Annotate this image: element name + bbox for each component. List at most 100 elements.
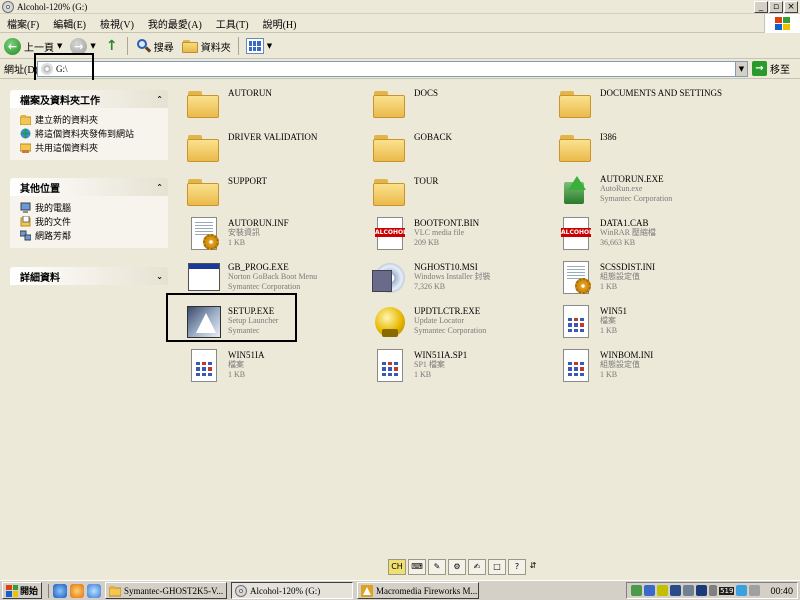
- app-tray-icon[interactable]: [644, 585, 656, 596]
- address-dropdown-icon[interactable]: ▼: [735, 61, 748, 77]
- tray-counter[interactable]: 519: [719, 586, 735, 595]
- title-bar: Alcohol-120% (G:) _ ▫ ×: [0, 0, 800, 14]
- collapse-chevron-icon[interactable]: ⌃: [156, 95, 163, 104]
- file-item[interactable]: ALCOHOL BOOTFONT.BIN VLC media file 209 …: [372, 216, 572, 260]
- task-new-folder[interactable]: 建立新的資料夾: [20, 112, 162, 126]
- menu-edit[interactable]: 編輯(E): [46, 16, 93, 31]
- antivirus-icon[interactable]: [696, 585, 708, 596]
- help-icon[interactable]: ?: [508, 559, 526, 575]
- taskbar-button-fireworks[interactable]: Macromedia Fireworks M...: [357, 582, 480, 599]
- file-meta: 36,663 KB: [600, 238, 636, 247]
- file-item[interactable]: WIN51 檔案 1 KB: [558, 304, 758, 348]
- menu-favorites[interactable]: 我的最愛(A): [141, 16, 209, 31]
- file-item[interactable]: DRIVER VALIDATION: [186, 130, 386, 174]
- internet-explorer-icon[interactable]: [53, 583, 68, 598]
- volume-icon[interactable]: [683, 585, 695, 596]
- file-type: WinRAR 壓縮檔: [600, 228, 656, 237]
- folders-button[interactable]: 資料夾: [178, 35, 235, 57]
- place-my-computer[interactable]: 我的電腦: [20, 200, 162, 214]
- handwriting-icon[interactable]: ✍: [468, 559, 486, 575]
- network-places-icon: [20, 230, 31, 240]
- search-button[interactable]: 搜尋: [131, 35, 178, 57]
- place-my-documents[interactable]: 我的文件: [20, 214, 162, 228]
- options-icon[interactable]: ⇵: [528, 559, 538, 575]
- views-button[interactable]: ▼: [242, 35, 276, 57]
- toolbar-separator: [237, 37, 239, 55]
- collapse-chevron-icon[interactable]: ⌃: [156, 183, 163, 192]
- file-meta: 1 KB: [414, 370, 432, 379]
- restore-button[interactable]: ▫: [769, 1, 783, 13]
- place-label: 我的文件: [35, 216, 72, 227]
- taskbar-button-ghost[interactable]: Symantec-GHOST2K5-V...: [105, 582, 228, 599]
- shield-icon[interactable]: [670, 585, 682, 596]
- address-input[interactable]: G:\ ▼: [37, 61, 748, 77]
- close-button[interactable]: ×: [784, 1, 798, 13]
- file-item[interactable]: WIN51IA.SP1 SP1 檔案 1 KB: [372, 348, 572, 392]
- alcohol-file-icon: ALCOHOL: [372, 216, 408, 252]
- back-dropdown-icon[interactable]: ▼: [57, 42, 62, 50]
- file-item[interactable]: AUTORUN.EXE AutoRun.exe Symantec Corpora…: [558, 172, 758, 216]
- go-label: 移至: [770, 65, 790, 76]
- expand-chevron-icon[interactable]: ⌄: [156, 272, 163, 281]
- file-name: AUTORUN.INF: [228, 218, 289, 228]
- other-places-header[interactable]: 其他位置 ⌃: [10, 178, 168, 196]
- menu-help[interactable]: 說明(H): [256, 16, 304, 31]
- network-icon[interactable]: [631, 585, 643, 596]
- file-name: GB_PROG.EXE: [228, 262, 289, 272]
- file-name: WIN51IA: [228, 350, 265, 360]
- media-player-icon[interactable]: [70, 583, 85, 598]
- document-icon[interactable]: □: [488, 559, 506, 575]
- file-item[interactable]: SUPPORT: [186, 174, 386, 218]
- place-label: 我的電腦: [35, 202, 72, 213]
- file-name: DOCS: [414, 88, 439, 98]
- task-share-folder[interactable]: 共用這個資料夾: [20, 140, 162, 154]
- forward-dropdown-icon[interactable]: ▼: [90, 42, 95, 50]
- speaker-icon[interactable]: [749, 585, 761, 596]
- status-icon[interactable]: [709, 585, 718, 596]
- file-item[interactable]: WINBOM.INI 組態設定值 1 KB: [558, 348, 758, 392]
- go-arrow-icon: →: [752, 61, 767, 76]
- file-item[interactable]: AUTORUN.INF 安裝資訊 1 KB: [186, 216, 386, 260]
- up-button[interactable]: ↑: [100, 35, 124, 57]
- file-meta: 7,326 KB: [414, 282, 446, 291]
- pen-icon[interactable]: ✎: [428, 559, 446, 575]
- go-button[interactable]: → 移至: [752, 61, 790, 76]
- taskbar-button-alcohol[interactable]: Alcohol-120% (G:): [231, 582, 354, 599]
- file-item[interactable]: ALCOHOL DATA1.CAB WinRAR 壓縮檔 36,663 KB: [558, 216, 758, 260]
- minimize-button[interactable]: _: [754, 1, 768, 13]
- file-item[interactable]: UPDTLCTR.EXE Update Locator Symantec Cor…: [372, 304, 572, 348]
- back-label: 上一頁: [24, 42, 54, 54]
- file-item[interactable]: I386: [558, 130, 758, 174]
- file-item[interactable]: WIN51IA 檔案 1 KB: [186, 348, 386, 392]
- security-icon[interactable]: [657, 585, 669, 596]
- details-header[interactable]: 詳細資料 ⌄: [10, 267, 168, 285]
- file-item[interactable]: DOCUMENTS AND SETTINGS: [558, 86, 758, 130]
- menu-tools[interactable]: 工具(T): [209, 16, 256, 31]
- file-type: AutoRun.exe: [600, 184, 643, 193]
- share-folder-icon: [20, 143, 31, 153]
- taskbar: 開始 Symantec-GHOST2K5-V... Alcohol-120% (…: [0, 580, 800, 600]
- menu-view[interactable]: 檢視(V): [93, 16, 141, 31]
- file-item[interactable]: NGHOST10.MSI Windows Installer 封裝 7,326 …: [372, 260, 572, 304]
- file-name: AUTORUN.EXE: [600, 174, 664, 184]
- file-name: SUPPORT: [228, 176, 267, 186]
- ime-mode-button[interactable]: CH: [388, 559, 406, 575]
- file-item[interactable]: SCSSDIST.INI 組態設定值 1 KB: [558, 260, 758, 304]
- details-panel: 詳細資料 ⌄: [10, 267, 168, 285]
- menu-file[interactable]: 檔案(F): [0, 16, 46, 31]
- file-item[interactable]: DOCS: [372, 86, 572, 130]
- start-button[interactable]: 開始: [2, 582, 43, 599]
- file-item[interactable]: GOBACK: [372, 130, 572, 174]
- toolbar: ← 上一頁 ▼ → ▼ ↑ 搜尋 資料夾 ▼: [0, 34, 800, 59]
- place-network[interactable]: 網路芳鄰: [20, 228, 162, 242]
- keyboard-icon[interactable]: ⌨: [408, 559, 426, 575]
- file-name: AUTORUN: [228, 88, 272, 98]
- file-item[interactable]: AUTORUN: [186, 86, 386, 130]
- browser-icon[interactable]: [87, 583, 102, 598]
- tools-icon[interactable]: ⚙: [448, 559, 466, 575]
- chat-icon[interactable]: [736, 585, 748, 596]
- file-tasks-header[interactable]: 檔案及資料夾工作 ⌃: [10, 90, 168, 108]
- task-publish-web[interactable]: 將這個資料夾發佈到網站: [20, 126, 162, 140]
- file-item[interactable]: TOUR: [372, 174, 572, 218]
- file-name: WIN51: [600, 306, 627, 316]
